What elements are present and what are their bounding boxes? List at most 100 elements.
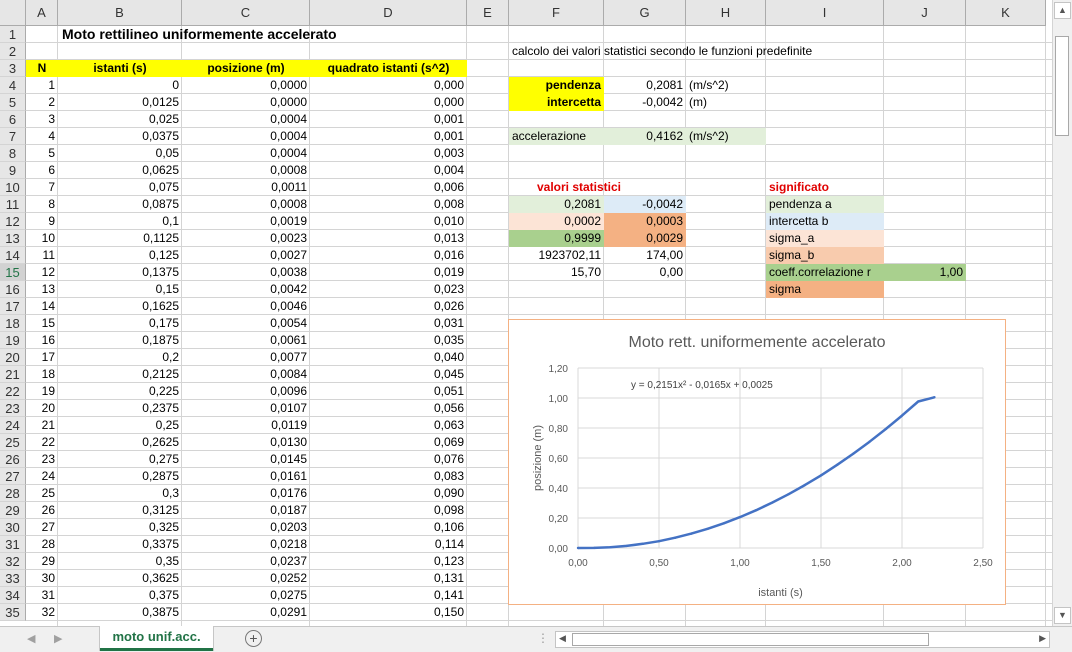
cell-n: 24 (41, 469, 55, 483)
row-header-21[interactable]: 21 (0, 366, 26, 383)
stat-cell: 1923702,11 (538, 248, 601, 262)
row-header-31[interactable]: 31 (0, 536, 26, 553)
row-header-4[interactable]: 4 (0, 77, 26, 94)
scroll-down-button[interactable]: ▼ (1054, 607, 1071, 624)
column-header-k[interactable]: K (966, 0, 1046, 26)
row-header-15[interactable]: 15 (0, 264, 26, 281)
cell-istanti: 0,3125 (142, 503, 179, 517)
vertical-scrollbar[interactable]: ▲ ▼ (1052, 0, 1072, 626)
tab-scroll-right-icon[interactable]: ▶ (54, 632, 62, 645)
row-header-2[interactable]: 2 (0, 43, 26, 60)
scroll-left-button[interactable]: ◀ (559, 633, 566, 644)
cell-posizione: 0,0187 (270, 503, 307, 517)
cell-quadrato: 0,106 (433, 520, 464, 534)
sheet-tab-active[interactable]: moto unif.acc. (100, 626, 213, 651)
row-header-7[interactable]: 7 (0, 128, 26, 145)
column-header-i[interactable]: I (766, 0, 884, 26)
column-header-c[interactable]: C (182, 0, 310, 26)
row-header-29[interactable]: 29 (0, 502, 26, 519)
row-header-23[interactable]: 23 (0, 400, 26, 417)
chart-data-point (803, 483, 806, 487)
cell-istanti: 0,0125 (142, 95, 179, 109)
cell-n: 7 (48, 180, 55, 194)
row-header-1[interactable]: 1 (0, 26, 26, 43)
cell-n: 9 (48, 214, 55, 228)
cell-posizione: 0,0054 (270, 316, 307, 330)
column-header-d[interactable]: D (310, 0, 467, 26)
cell-istanti: 0,325 (148, 520, 179, 534)
row-header-8[interactable]: 8 (0, 145, 26, 162)
row-header-28[interactable]: 28 (0, 485, 26, 502)
cell-quadrato: 0,090 (433, 486, 464, 500)
row-header-5[interactable]: 5 (0, 94, 26, 111)
row-header-9[interactable]: 9 (0, 162, 26, 179)
row-header-16[interactable]: 16 (0, 281, 26, 298)
calc-title: calcolo dei valori statistici secondo le… (512, 44, 813, 58)
select-all-corner[interactable] (0, 0, 26, 26)
stat-cell: 0,0002 (509, 213, 604, 230)
row-header-10[interactable]: 10 (0, 179, 26, 196)
tab-scroll-left-icon[interactable]: ◀ (27, 632, 35, 645)
cell-n: 29 (41, 554, 55, 568)
scroll-up-button[interactable]: ▲ (1054, 2, 1071, 19)
row-header-14[interactable]: 14 (0, 247, 26, 264)
row-header-19[interactable]: 19 (0, 332, 26, 349)
sheet-title: Moto rettilineo uniformemente accelerato (62, 26, 337, 42)
column-header-g[interactable]: G (604, 0, 686, 26)
row-header-34[interactable]: 34 (0, 587, 26, 604)
cell-n: 1 (48, 78, 55, 92)
horizontal-scroll-thumb[interactable] (572, 633, 929, 646)
chart-data-point (690, 532, 693, 535)
row-header-3[interactable]: 3 (0, 60, 26, 77)
cell-quadrato: 0,045 (433, 367, 464, 381)
cell-posizione: 0,0000 (270, 78, 307, 92)
column-header-e[interactable]: E (467, 0, 509, 26)
row-header-11[interactable]: 11 (0, 196, 26, 213)
column-header-f[interactable]: F (509, 0, 604, 26)
chart-data-point (609, 546, 612, 549)
cell-n: 27 (41, 520, 55, 534)
row-header-30[interactable]: 30 (0, 519, 26, 536)
chart[interactable]: Moto rett. uniformemente accelerato 0,00 0… (508, 319, 1006, 605)
cell-istanti: 0,3625 (142, 571, 179, 585)
row-header-6[interactable]: 6 (0, 111, 26, 128)
column-header-b[interactable]: B (58, 0, 182, 26)
cell-posizione: 0,0008 (270, 163, 307, 177)
row-header-17[interactable]: 17 (0, 298, 26, 315)
cell-n: 21 (41, 418, 55, 432)
cell-istanti: 0,0375 (142, 129, 179, 143)
splitter-handle-icon[interactable]: ⋮ (537, 631, 549, 645)
cell-n: 4 (48, 129, 55, 143)
row-header-25[interactable]: 25 (0, 434, 26, 451)
row-header-22[interactable]: 22 (0, 383, 26, 400)
vertical-scroll-thumb[interactable] (1055, 36, 1069, 136)
row-header-27[interactable]: 27 (0, 468, 26, 485)
chart-ytick-label: 0,20 (549, 514, 569, 525)
label-accelerazione: accelerazione (509, 128, 604, 145)
cell-posizione: 0,0077 (270, 350, 307, 364)
row-header-26[interactable]: 26 (0, 451, 26, 468)
row-header-35[interactable]: 35 (0, 604, 26, 621)
stat-cell: -0,0042 (604, 196, 686, 213)
column-header-a[interactable]: A (26, 0, 58, 26)
row-header-24[interactable]: 24 (0, 417, 26, 434)
stat-cell: 0,9999 (509, 230, 604, 247)
scroll-right-button[interactable]: ▶ (1039, 633, 1046, 644)
column-header-j[interactable]: J (884, 0, 966, 26)
cell-quadrato: 0,131 (433, 571, 464, 585)
row-header-33[interactable]: 33 (0, 570, 26, 587)
cell-posizione: 0,0004 (270, 112, 307, 126)
horizontal-scrollbar[interactable]: ◀ ▶ (555, 631, 1050, 648)
row-header-18[interactable]: 18 (0, 315, 26, 332)
row-header-13[interactable]: 13 (0, 230, 26, 247)
column-header-h[interactable]: H (686, 0, 766, 26)
cell-quadrato: 0,019 (433, 265, 464, 279)
row-header-20[interactable]: 20 (0, 349, 26, 366)
label-pendenza: pendenza (509, 77, 604, 94)
cell-posizione: 0,0004 (270, 146, 307, 160)
add-sheet-icon[interactable]: + (245, 630, 262, 647)
row-header-12[interactable]: 12 (0, 213, 26, 230)
cell-istanti: 0,15 (155, 282, 179, 296)
row-header-32[interactable]: 32 (0, 553, 26, 570)
chart-data-point (868, 440, 871, 443)
